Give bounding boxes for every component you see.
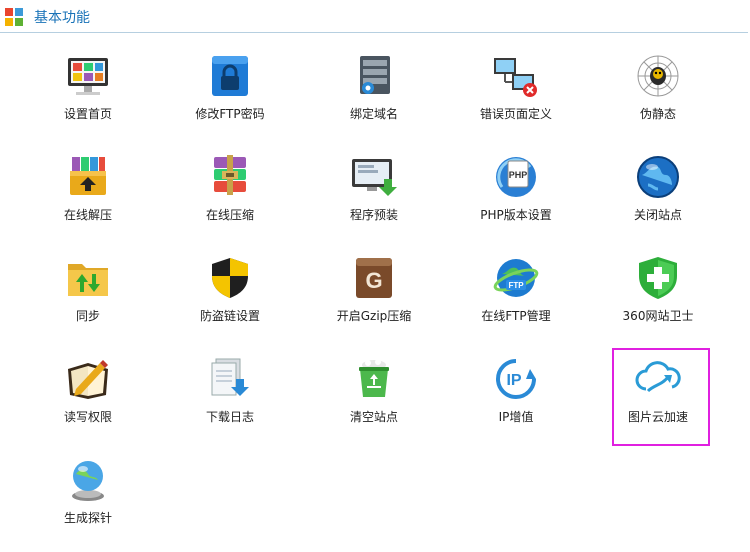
- item-online-compress[interactable]: 在线压缩: [160, 153, 300, 249]
- item-change-ftp-password[interactable]: 修改FTP密码: [160, 52, 300, 148]
- ftp-globe-icon: FTP: [493, 259, 539, 297]
- ip-icon: IP: [496, 359, 536, 399]
- item-label: 同步: [75, 309, 100, 323]
- item-label: 清空站点: [349, 410, 398, 424]
- item-label: 360网站卫士: [622, 309, 694, 323]
- item-clear-site[interactable]: 清空站点: [304, 355, 444, 451]
- notebook-pen-icon: [68, 360, 108, 399]
- server-icon: [360, 56, 390, 94]
- item-rw-permission[interactable]: 读写权限: [18, 355, 158, 451]
- lock-icon: [212, 56, 248, 96]
- svg-text:IP: IP: [506, 372, 521, 389]
- svg-text:G: G: [365, 268, 382, 293]
- function-grid: 设置首页 修改FTP密码 绑定域名 错误页面定义 伪静态 在线解压 在线压缩 程…: [0, 0, 750, 549]
- monitor-download-icon: [352, 159, 397, 196]
- item-label: 在线FTP管理: [481, 309, 551, 323]
- svg-text:PHP: PHP: [509, 170, 528, 180]
- globe-probe-icon: [72, 461, 104, 501]
- folder-sync-icon: [68, 264, 108, 296]
- shield-icon: [212, 258, 248, 298]
- gzip-icon: G: [356, 258, 392, 298]
- item-set-homepage[interactable]: 设置首页: [18, 52, 158, 148]
- item-enable-gzip[interactable]: G 开启Gzip压缩: [304, 254, 444, 350]
- archive-extract-icon: [70, 157, 106, 195]
- item-sync[interactable]: 同步: [18, 254, 158, 350]
- globe-icon: [637, 156, 679, 198]
- item-label: 下载日志: [205, 410, 254, 424]
- item-online-extract[interactable]: 在线解压: [18, 153, 158, 249]
- item-360-guard[interactable]: 360网站卫士: [588, 254, 728, 350]
- svg-text:FTP: FTP: [508, 281, 524, 290]
- item-label: 关闭站点: [633, 208, 682, 222]
- item-program-preinstall[interactable]: 程序预装: [304, 153, 444, 249]
- item-label: 在线解压: [63, 208, 112, 222]
- monitor-icon: [68, 58, 108, 95]
- item-label: 程序预装: [349, 208, 398, 222]
- item-rewrite[interactable]: 伪静态: [588, 52, 728, 148]
- archive-compress-icon: [214, 155, 246, 195]
- item-php-version[interactable]: PHP PHP版本设置: [446, 153, 586, 249]
- spider-web-icon: [637, 55, 679, 97]
- item-label: 设置首页: [63, 107, 112, 121]
- item-ip-value-added[interactable]: IP IP增值: [446, 355, 586, 451]
- item-label: 伪静态: [639, 107, 676, 121]
- php-icon: PHP: [496, 157, 536, 197]
- green-shield-plus-icon: [639, 257, 677, 299]
- item-label: PHP版本设置: [480, 208, 552, 222]
- item-generate-probe[interactable]: 生成探针: [18, 456, 158, 552]
- network-error-icon: [494, 58, 537, 97]
- item-label: 绑定域名: [349, 107, 398, 121]
- item-error-page[interactable]: 错误页面定义: [446, 52, 586, 148]
- selection-highlight: [612, 348, 710, 446]
- item-label: 在线压缩: [205, 208, 254, 222]
- item-close-site[interactable]: 关闭站点: [588, 153, 728, 249]
- document-download-icon: [211, 358, 249, 396]
- item-label: IP增值: [498, 410, 534, 424]
- item-label: 错误页面定义: [479, 107, 552, 121]
- item-label: 防盗链设置: [199, 309, 260, 323]
- item-bind-domain[interactable]: 绑定域名: [304, 52, 444, 148]
- item-download-log[interactable]: 下载日志: [160, 355, 300, 451]
- item-label: 开启Gzip压缩: [336, 309, 412, 323]
- recycle-bin-icon: [359, 359, 389, 397]
- item-label: 生成探针: [63, 511, 112, 525]
- item-label: 修改FTP密码: [195, 107, 265, 121]
- item-online-ftp[interactable]: FTP 在线FTP管理: [446, 254, 586, 350]
- item-hotlink-protection[interactable]: 防盗链设置: [160, 254, 300, 350]
- item-label: 读写权限: [63, 410, 112, 424]
